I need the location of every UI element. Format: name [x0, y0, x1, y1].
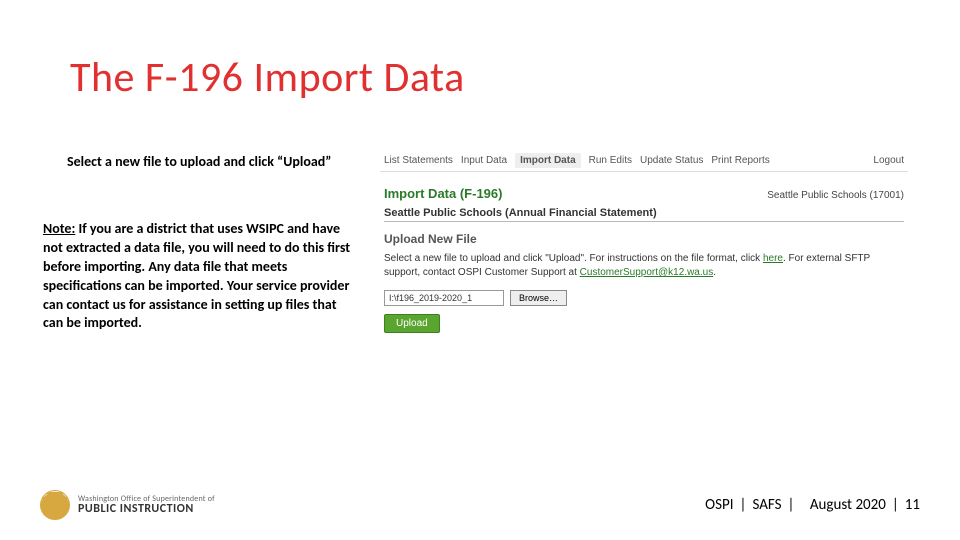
support-email-link[interactable]: CustomerSupport@k12.wa.us — [580, 267, 714, 278]
divider — [384, 221, 904, 222]
sunrise-icon — [40, 490, 70, 520]
logo-bottom-text: PUBLIC INSTRUCTION — [78, 503, 215, 516]
note-body: If you are a district that uses WSIPC an… — [43, 220, 350, 331]
school-line: Seattle Public Schools (Annual Financial… — [384, 207, 904, 219]
browse-button[interactable]: Browse… — [510, 290, 567, 306]
org-2: SAFS — [752, 496, 781, 514]
instruction-text: Select a new file to upload and click “U… — [67, 153, 367, 172]
page-title: The F-196 Import Data — [70, 52, 465, 103]
tab-input-data[interactable]: Input Data — [461, 155, 507, 166]
page-number: 11 — [905, 496, 920, 514]
tab-list-statements[interactable]: List Statements — [384, 155, 453, 166]
tab-run-edits[interactable]: Run Edits — [589, 155, 632, 166]
note-block: Note: If you are a district that uses WS… — [43, 220, 353, 333]
note-label: Note: — [43, 220, 75, 237]
tab-import-data[interactable]: Import Data — [515, 153, 581, 168]
upload-header: Upload New File — [384, 232, 904, 246]
help-post: . — [713, 267, 716, 278]
ospi-logo: Washington Office of Superintendent of P… — [40, 490, 215, 520]
footer-date: August 2020 — [810, 496, 886, 514]
page-info: OSPI| SAFS| August 2020| 11 — [705, 496, 920, 514]
tab-update-status[interactable]: Update Status — [640, 155, 703, 166]
app-screenshot: List Statements Input Data Import Data R… — [380, 150, 908, 333]
district-label: Seattle Public Schools (17001) — [767, 190, 904, 201]
logout-link[interactable]: Logout — [873, 155, 904, 166]
upload-help-text: Select a new file to upload and click "U… — [384, 252, 904, 280]
file-path-input[interactable]: I:\f196_2019-2020_1 — [384, 290, 504, 306]
slide-footer: Washington Office of Superintendent of P… — [40, 490, 920, 520]
upload-button[interactable]: Upload — [384, 314, 440, 333]
panel-heading: Import Data (F-196) — [384, 186, 502, 201]
help-pre: Select a new file to upload and click "U… — [384, 253, 763, 264]
nav-tabs: List Statements Input Data Import Data R… — [380, 150, 908, 172]
tab-print-reports[interactable]: Print Reports — [711, 155, 769, 166]
file-format-link[interactable]: here — [763, 253, 783, 264]
org-1: OSPI — [705, 496, 733, 514]
